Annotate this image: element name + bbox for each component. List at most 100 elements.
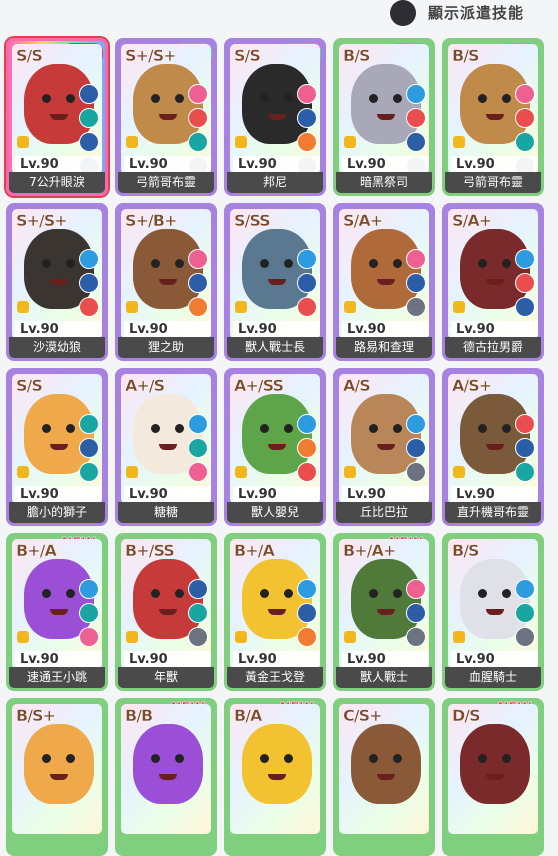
skill-icon — [406, 414, 426, 434]
character-card[interactable]: 派遣S/SLv.90邦尼 — [224, 38, 326, 196]
character-card[interactable]: 派遣B/SLv.90暗黑祭司 — [333, 38, 435, 196]
character-card[interactable]: NEWB/A — [224, 698, 326, 856]
character-card[interactable]: S/S Lv.90 膽小的獅子 — [6, 368, 108, 526]
skill-icon — [79, 579, 99, 599]
show-dispatch-skills-label[interactable]: 顯示派遣技能 — [428, 2, 524, 23]
character-card[interactable]: B/S+ — [6, 698, 108, 856]
character-portrait: A+/S Lv.90 — [121, 374, 211, 504]
character-card[interactable]: S/SS Lv.90 獸人戰士長 — [224, 203, 326, 361]
character-name: 獸人戰士長 — [227, 337, 323, 358]
skill-icons — [406, 579, 426, 651]
character-portrait: S+/S+ Lv.90 — [121, 44, 211, 174]
skill-icon — [188, 108, 208, 128]
character-portrait: B/S Lv.90 — [339, 44, 429, 174]
character-card[interactable]: S/A+ Lv.90 路易和查理 — [333, 203, 435, 361]
skill-icons — [79, 414, 99, 486]
character-figure — [460, 724, 530, 804]
skill-icon — [515, 108, 535, 128]
lock-icon — [17, 466, 29, 478]
character-card[interactable]: A/S+ Lv.90 直升機哥布靈 — [442, 368, 544, 526]
lock-icon — [126, 466, 138, 478]
skill-icon — [406, 249, 426, 269]
character-portrait: B/B — [121, 704, 211, 834]
rank-label: S/A+ — [343, 211, 384, 230]
character-portrait: B/S Lv.90 — [448, 44, 538, 174]
character-card[interactable]: B/S Lv.90 血腥騎士 — [442, 533, 544, 691]
rank-label: S/S — [16, 46, 43, 65]
character-portrait: A+/SS Lv.90 — [230, 374, 320, 504]
lock-icon — [453, 631, 465, 643]
rank-label: S+/S+ — [125, 46, 177, 65]
skill-icon — [297, 84, 317, 104]
character-name: 丘比巴拉 — [336, 502, 432, 523]
lock-icon — [235, 136, 247, 148]
rank-label: C/S+ — [343, 706, 383, 725]
skill-icons — [188, 579, 208, 651]
skill-icons — [188, 249, 208, 321]
skill-icon — [515, 438, 535, 458]
character-card[interactable]: NEWD/S — [442, 698, 544, 856]
rank-label: A+/SS — [234, 376, 284, 395]
character-portrait: C/S+ — [339, 704, 429, 834]
skill-icon — [188, 438, 208, 458]
lock-icon — [453, 136, 465, 148]
skill-icon — [188, 84, 208, 104]
character-card[interactable]: B+/SS Lv.90 年獸 — [115, 533, 217, 691]
skill-icons — [188, 414, 208, 486]
rank-label: B/S — [452, 46, 480, 65]
character-card[interactable]: NEWB/B — [115, 698, 217, 856]
skill-icon — [515, 297, 535, 317]
character-card[interactable]: B+/A Lv.90 黃金王戈登 — [224, 533, 326, 691]
character-card[interactable]: S+/S+ Lv.90 沙漠幼狼 — [6, 203, 108, 361]
lock-icon — [17, 301, 29, 313]
rank-label: S/S — [234, 46, 261, 65]
character-portrait: B+/SS Lv.90 — [121, 539, 211, 669]
character-card[interactable]: A+/S Lv.90 糖糖 — [115, 368, 217, 526]
skill-icon — [515, 84, 535, 104]
character-card[interactable]: NEWB+/A+Lv.90獸人戰士 — [333, 533, 435, 691]
skill-icons — [515, 414, 535, 486]
character-portrait: B+/A Lv.90 — [12, 539, 102, 669]
character-name: 速通王小跳 — [9, 667, 105, 688]
character-portrait: A/S+ Lv.90 — [448, 374, 538, 504]
character-card[interactable]: 派遣B/SLv.90弓箭哥布靈 — [442, 38, 544, 196]
skill-icons — [297, 579, 317, 651]
character-card[interactable]: S+/B+ Lv.90 狸之助 — [115, 203, 217, 361]
rank-label: S/A+ — [452, 211, 493, 230]
rank-label: A/S — [343, 376, 371, 395]
top-bar: 顯示派遣技能 — [0, 0, 558, 30]
skill-icon — [406, 273, 426, 293]
character-name: 狸之助 — [118, 337, 214, 358]
character-card[interactable]: 出戰S/SLv.907公升眼淚 — [6, 38, 108, 196]
character-card[interactable]: S/A+ Lv.90 德古拉男爵 — [442, 203, 544, 361]
character-name: 血腥騎士 — [445, 667, 541, 688]
show-dispatch-skills-toggle[interactable] — [390, 0, 416, 26]
character-card[interactable]: A+/SS Lv.90 獸人嬰兒 — [224, 368, 326, 526]
lock-icon — [344, 631, 356, 643]
skill-icons — [406, 414, 426, 486]
skill-icon — [406, 627, 426, 647]
character-card[interactable]: A/S Lv.90 丘比巴拉 — [333, 368, 435, 526]
rank-label: S/S — [16, 376, 43, 395]
rank-label: B+/SS — [125, 541, 175, 560]
character-card[interactable]: 派遣S+/S+Lv.90弓箭哥布靈 — [115, 38, 217, 196]
lock-icon — [235, 301, 247, 313]
character-card[interactable]: NEWB+/ALv.90速通王小跳 — [6, 533, 108, 691]
character-portrait: B/S+ — [12, 704, 102, 834]
skill-icon — [406, 438, 426, 458]
skill-icon — [79, 108, 99, 128]
skill-icon — [297, 438, 317, 458]
lock-icon — [453, 466, 465, 478]
skill-icon — [79, 462, 99, 482]
rank-label: S/SS — [234, 211, 271, 230]
skill-icon — [188, 462, 208, 482]
character-portrait: A/S Lv.90 — [339, 374, 429, 504]
character-portrait: B+/A+ Lv.90 — [339, 539, 429, 669]
lock-icon — [453, 301, 465, 313]
character-card[interactable]: C/S+ — [333, 698, 435, 856]
skill-icon — [515, 132, 535, 152]
rank-label: S+/S+ — [16, 211, 68, 230]
character-portrait: S/S Lv.90 — [230, 44, 320, 174]
character-portrait: S/A+ Lv.90 — [339, 209, 429, 339]
character-name: 暗黑祭司 — [336, 172, 432, 193]
